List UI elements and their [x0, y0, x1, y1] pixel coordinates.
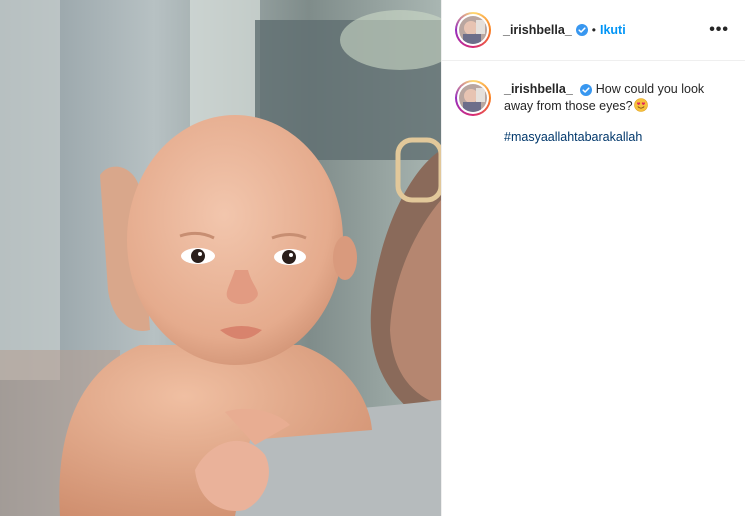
post-header: _irishbella_ • Ikuti •••: [442, 0, 745, 61]
more-options-icon[interactable]: •••: [701, 22, 737, 38]
post-image[interactable]: [0, 0, 441, 516]
avatar-photo-icon: [459, 16, 487, 44]
header-username[interactable]: _irishbella_: [503, 23, 572, 37]
profile-avatar[interactable]: [455, 12, 491, 48]
instagram-post: _irishbella_ • Ikuti ••• _irishbella_ Ho…: [0, 0, 745, 516]
caption-avatar[interactable]: [455, 80, 491, 116]
avatar-photo-icon: [459, 84, 487, 112]
smiling-face-with-heart-eyes-icon: [633, 98, 648, 112]
header-separator: •: [591, 23, 596, 37]
caption-username[interactable]: _irishbella_: [504, 82, 573, 96]
verified-badge-icon: [580, 83, 593, 96]
hashtag-link[interactable]: #masyaallahtabarakallah: [504, 129, 642, 146]
baby-photo-illustration: [0, 0, 441, 516]
post-sidebar: _irishbella_ • Ikuti ••• _irishbella_ Ho…: [441, 0, 745, 516]
verified-badge-icon: [575, 24, 588, 36]
follow-button[interactable]: Ikuti: [600, 23, 626, 37]
post-caption: _irishbella_ How could you look away fro…: [442, 61, 745, 146]
